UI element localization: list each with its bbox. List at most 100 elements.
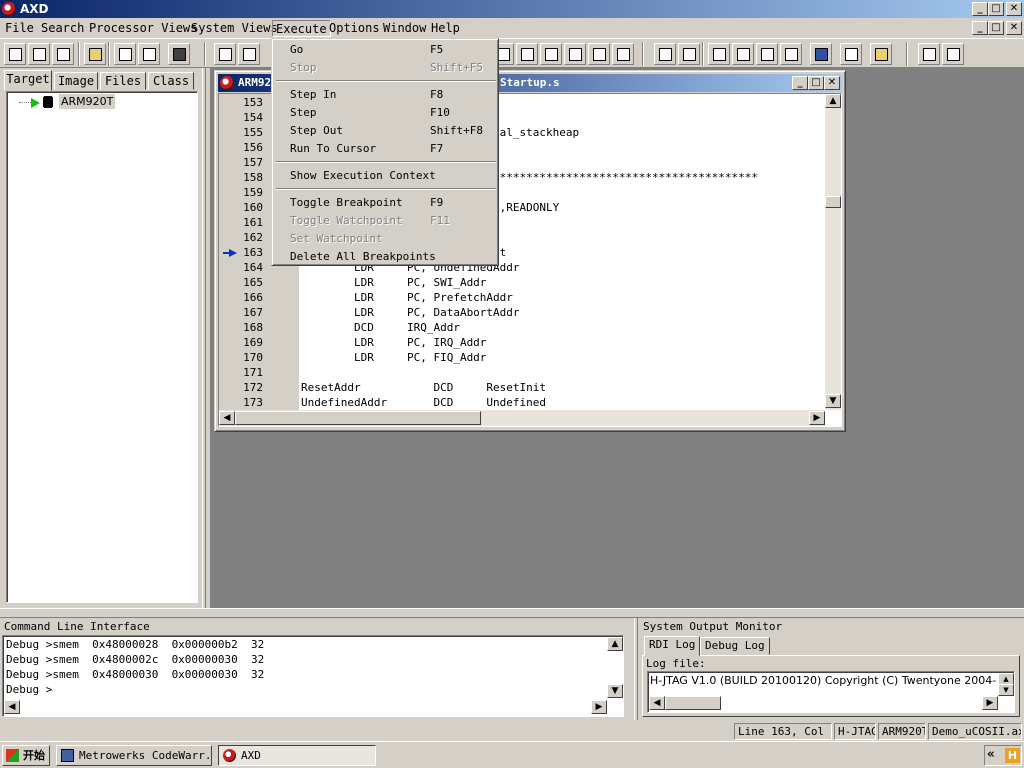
start-button[interactable]: 开始 (2, 745, 50, 766)
tab-target[interactable]: Target (4, 70, 52, 91)
menu-item-step-out[interactable]: Step Out Shift+F8 (275, 122, 497, 140)
hjtag-tray-icon[interactable]: H (1005, 748, 1020, 763)
close-button[interactable]: ✕ (1006, 2, 1022, 16)
cli-scroll-down-button[interactable]: ▼ (607, 684, 623, 698)
task-codewarrior[interactable]: Metrowerks CodeWarr... (56, 745, 212, 766)
menu-item-step[interactable]: Step F10 (275, 104, 497, 122)
menu-item-shortcut: F10 (430, 106, 450, 119)
memory-view-button[interactable] (588, 43, 610, 65)
log-output[interactable]: H-JTAG V1.0 (BUILD 20100120) Copyright (… (647, 671, 1015, 713)
source-maximize-button[interactable]: □ (808, 76, 824, 90)
run-to-cursor-button[interactable] (780, 43, 802, 65)
step-button[interactable] (732, 43, 754, 65)
app-title: AXD (20, 2, 49, 16)
find-next-button[interactable] (238, 43, 260, 65)
cli-scroll-up-button[interactable]: ▲ (607, 637, 623, 651)
rdi-log-page: Log file: H-JTAG V1.0 (BUILD 20100120) C… (642, 655, 1020, 717)
tray-expand-button[interactable]: « (987, 747, 995, 762)
variables-icon (545, 48, 558, 61)
vertical-splitter[interactable] (202, 68, 206, 608)
code-line: LDR PC, PrefetchAddr (301, 291, 513, 304)
step-in-button[interactable] (708, 43, 730, 65)
menu-system-views[interactable]: System Views (188, 20, 281, 37)
tree-node-arm920t[interactable]: ARM920T (59, 94, 116, 109)
mdi-restore-button[interactable]: □ (988, 21, 1004, 35)
status-processor: ARM920T (878, 723, 926, 740)
horizontal-scrollbar[interactable]: ◀ ▶ (219, 410, 825, 426)
source-minimize-button[interactable]: _ (792, 76, 808, 90)
task-axd[interactable]: AXD (218, 745, 376, 766)
cli-scroll-right-button[interactable]: ▶ (591, 700, 607, 714)
menu-item-toggle-breakpoint[interactable]: Toggle Breakpoint F9 (275, 194, 497, 212)
horizontal-splitter[interactable] (0, 608, 1024, 618)
tab-files[interactable]: Files (100, 72, 146, 90)
menu-item-delete-all-breakpoints[interactable]: Delete All Breakpoints (275, 248, 497, 266)
menu-file[interactable]: File (2, 20, 37, 37)
log-scroll-down-button[interactable]: ▼ (998, 684, 1014, 696)
print-preview-button[interactable] (138, 43, 160, 65)
variables-view-button[interactable] (540, 43, 562, 65)
save-icon (173, 48, 186, 61)
bottom-vertical-splitter[interactable] (634, 618, 638, 720)
scroll-down-button[interactable]: ▼ (825, 394, 841, 408)
line-number: 155 (243, 126, 263, 139)
log-scroll-thumb[interactable] (665, 696, 721, 710)
cli-scroll-left-button[interactable]: ◀ (4, 700, 20, 714)
reload-image-button[interactable] (28, 43, 50, 65)
scroll-thumb[interactable] (825, 196, 841, 208)
menu-item-step-in[interactable]: Step In F8 (275, 86, 497, 104)
folder-open-icon (89, 48, 102, 61)
restore-button[interactable]: □ (988, 2, 1004, 16)
menu-execute[interactable]: Execute (272, 20, 331, 37)
menu-search[interactable]: Search (38, 20, 87, 37)
scroll-up-button[interactable]: ▲ (825, 94, 841, 108)
line-number: 170 (243, 351, 263, 364)
horizontal-scroll-thumb[interactable] (235, 411, 481, 425)
toggle-breakpoint-button[interactable] (810, 43, 832, 65)
open-file-button[interactable] (84, 43, 106, 65)
log-scroll-right-button[interactable]: ▶ (982, 696, 998, 710)
toolbar-separator (204, 42, 206, 66)
disassembly-view-button[interactable] (612, 43, 634, 65)
delete-breakpoints-button[interactable] (840, 43, 862, 65)
vertical-scrollbar[interactable]: ▲ ▼ (825, 94, 841, 410)
stop-button[interactable] (678, 43, 700, 65)
log-scroll-left-button[interactable]: ◀ (649, 696, 665, 710)
find-button[interactable] (214, 43, 236, 65)
hourglass-icon (875, 48, 888, 61)
source-close-button[interactable]: ✕ (824, 76, 840, 90)
tab-debug-log[interactable]: Debug Log (700, 637, 770, 655)
go-button[interactable] (654, 43, 676, 65)
print-button[interactable] (114, 43, 136, 65)
menu-item-go[interactable]: Go F5 (275, 41, 497, 59)
minimize-button[interactable]: _ (972, 2, 988, 16)
menu-item-label: Set Watchpoint (290, 232, 383, 245)
menu-processor-views[interactable]: Processor Views (86, 20, 200, 37)
menu-window[interactable]: Window (380, 20, 429, 37)
tab-rdi-log[interactable]: RDI Log (644, 636, 701, 656)
current-pc-arrow-icon (223, 249, 237, 257)
hourglass-button[interactable] (870, 43, 892, 65)
watch-view-button[interactable] (516, 43, 538, 65)
reload-button[interactable] (52, 43, 74, 65)
mdi-minimize-button[interactable]: _ (972, 21, 988, 35)
mdi-close-button[interactable]: ✕ (1006, 21, 1022, 35)
scroll-left-button[interactable]: ◀ (219, 411, 235, 425)
app-title-bar[interactable]: AXD _ □ ✕ (0, 0, 1024, 18)
tab-class[interactable]: Class (148, 72, 194, 90)
save-button[interactable] (168, 43, 190, 65)
line-number: 173 (243, 396, 263, 409)
menu-item-shortcut: F7 (430, 142, 444, 155)
console-view-button[interactable] (564, 43, 586, 65)
step-out-button[interactable] (756, 43, 778, 65)
load-image-button[interactable] (4, 43, 26, 65)
scroll-right-button[interactable]: ▶ (809, 411, 825, 425)
menu-help[interactable]: Help (428, 20, 463, 37)
menu-options[interactable]: Options (326, 20, 383, 37)
context-help-button[interactable] (942, 43, 964, 65)
cli-output[interactable]: Debug >smem 0x48000028 0x000000b2 32 Deb… (2, 635, 624, 717)
menu-item-show-execution-context[interactable]: Show Execution Context (275, 167, 497, 185)
help-button[interactable] (918, 43, 940, 65)
tab-image[interactable]: Image (54, 72, 98, 90)
menu-item-run-to-cursor[interactable]: Run To Cursor F7 (275, 140, 497, 158)
